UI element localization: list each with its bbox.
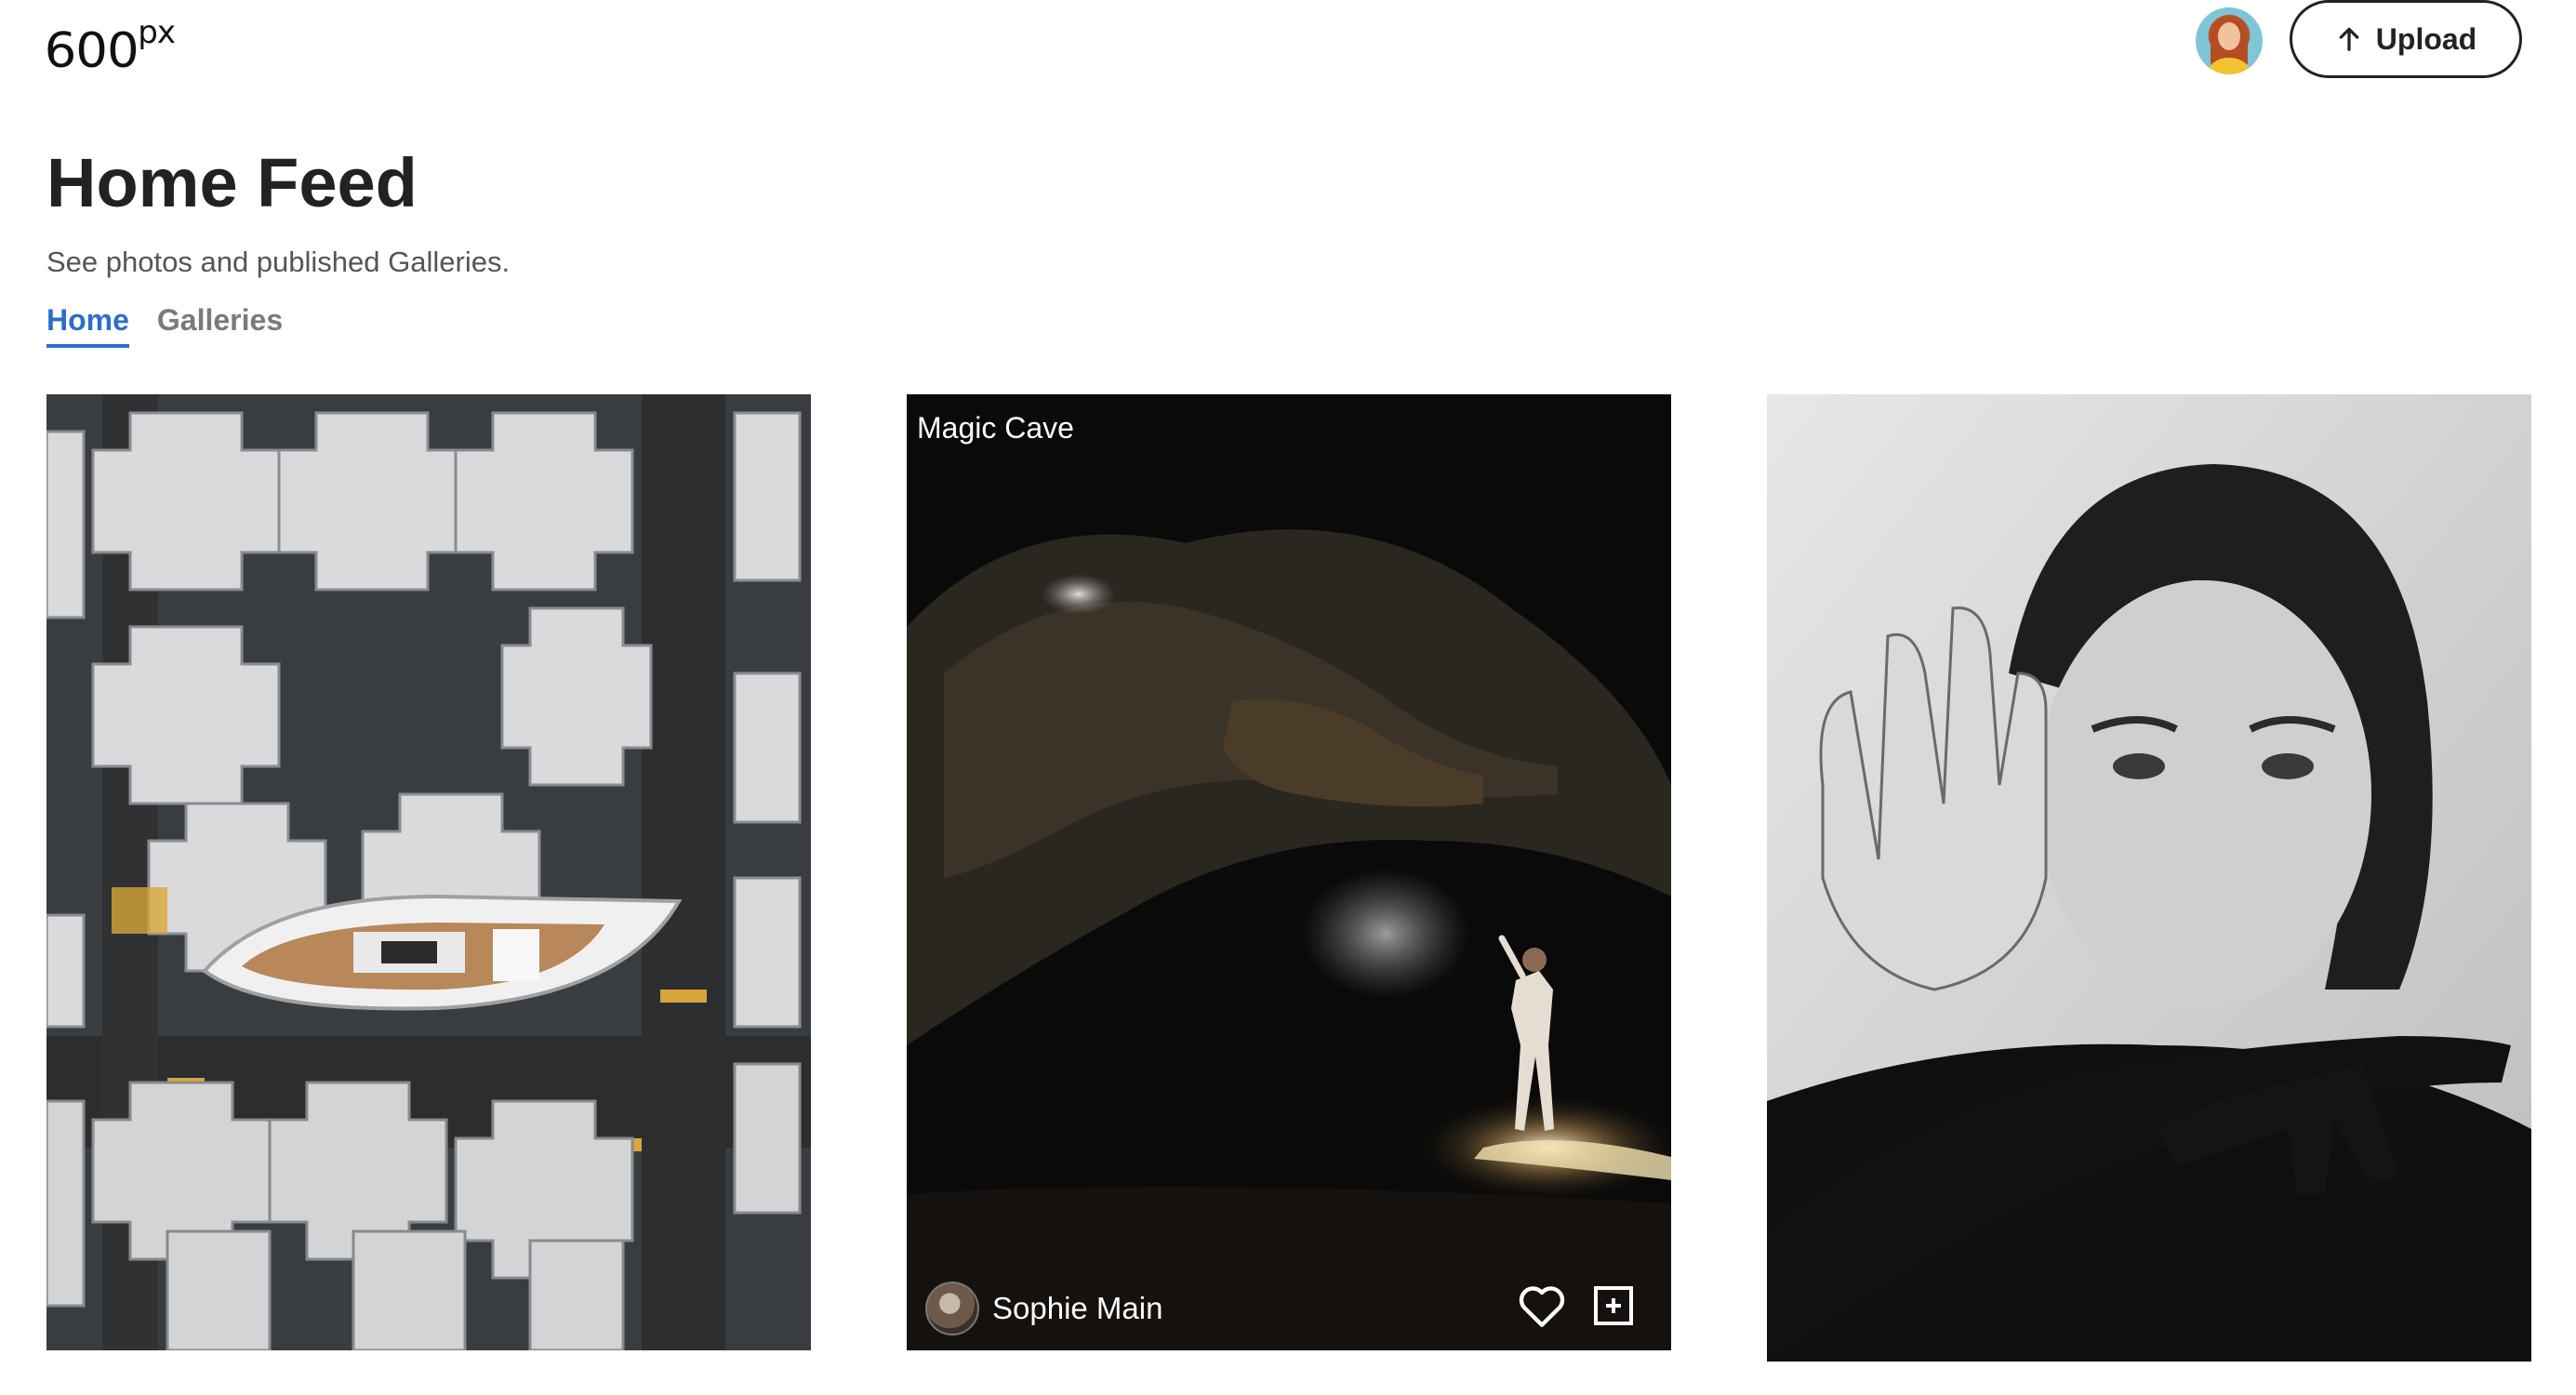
- user-avatar[interactable]: [2196, 7, 2263, 74]
- tab-galleries[interactable]: Galleries: [157, 305, 283, 348]
- photo-title: Magic Cave: [917, 411, 1074, 445]
- page-subtitle: See photos and published Galleries.: [46, 246, 511, 278]
- cave-photo: [907, 394, 1671, 1350]
- upload-label: Upload: [2375, 21, 2477, 56]
- feed-tabs: Home Galleries: [46, 305, 283, 348]
- logo-text: 600: [44, 23, 139, 79]
- arrow-up-icon: [2339, 27, 2359, 51]
- photo-footer: Sophie Main: [907, 1257, 1671, 1350]
- photo-card[interactable]: Magic Cave Sophie Main: [907, 394, 1671, 1350]
- photo-card[interactable]: [1767, 394, 2531, 1362]
- page-title: Home Feed: [46, 144, 418, 221]
- upload-button[interactable]: Upload: [2290, 0, 2522, 78]
- heart-icon[interactable]: [1517, 1283, 1567, 1328]
- aerial-city-photo: [46, 394, 811, 1350]
- tab-home[interactable]: Home: [46, 305, 129, 348]
- author-name[interactable]: Sophie Main: [992, 1293, 1162, 1323]
- logo[interactable]: 600px: [44, 14, 176, 79]
- portrait-photo: [1767, 394, 2531, 1362]
- logo-suffix: px: [138, 14, 176, 51]
- author-avatar[interactable]: [925, 1282, 979, 1335]
- photo-card[interactable]: [46, 394, 811, 1350]
- add-to-gallery-icon[interactable]: [1593, 1285, 1634, 1326]
